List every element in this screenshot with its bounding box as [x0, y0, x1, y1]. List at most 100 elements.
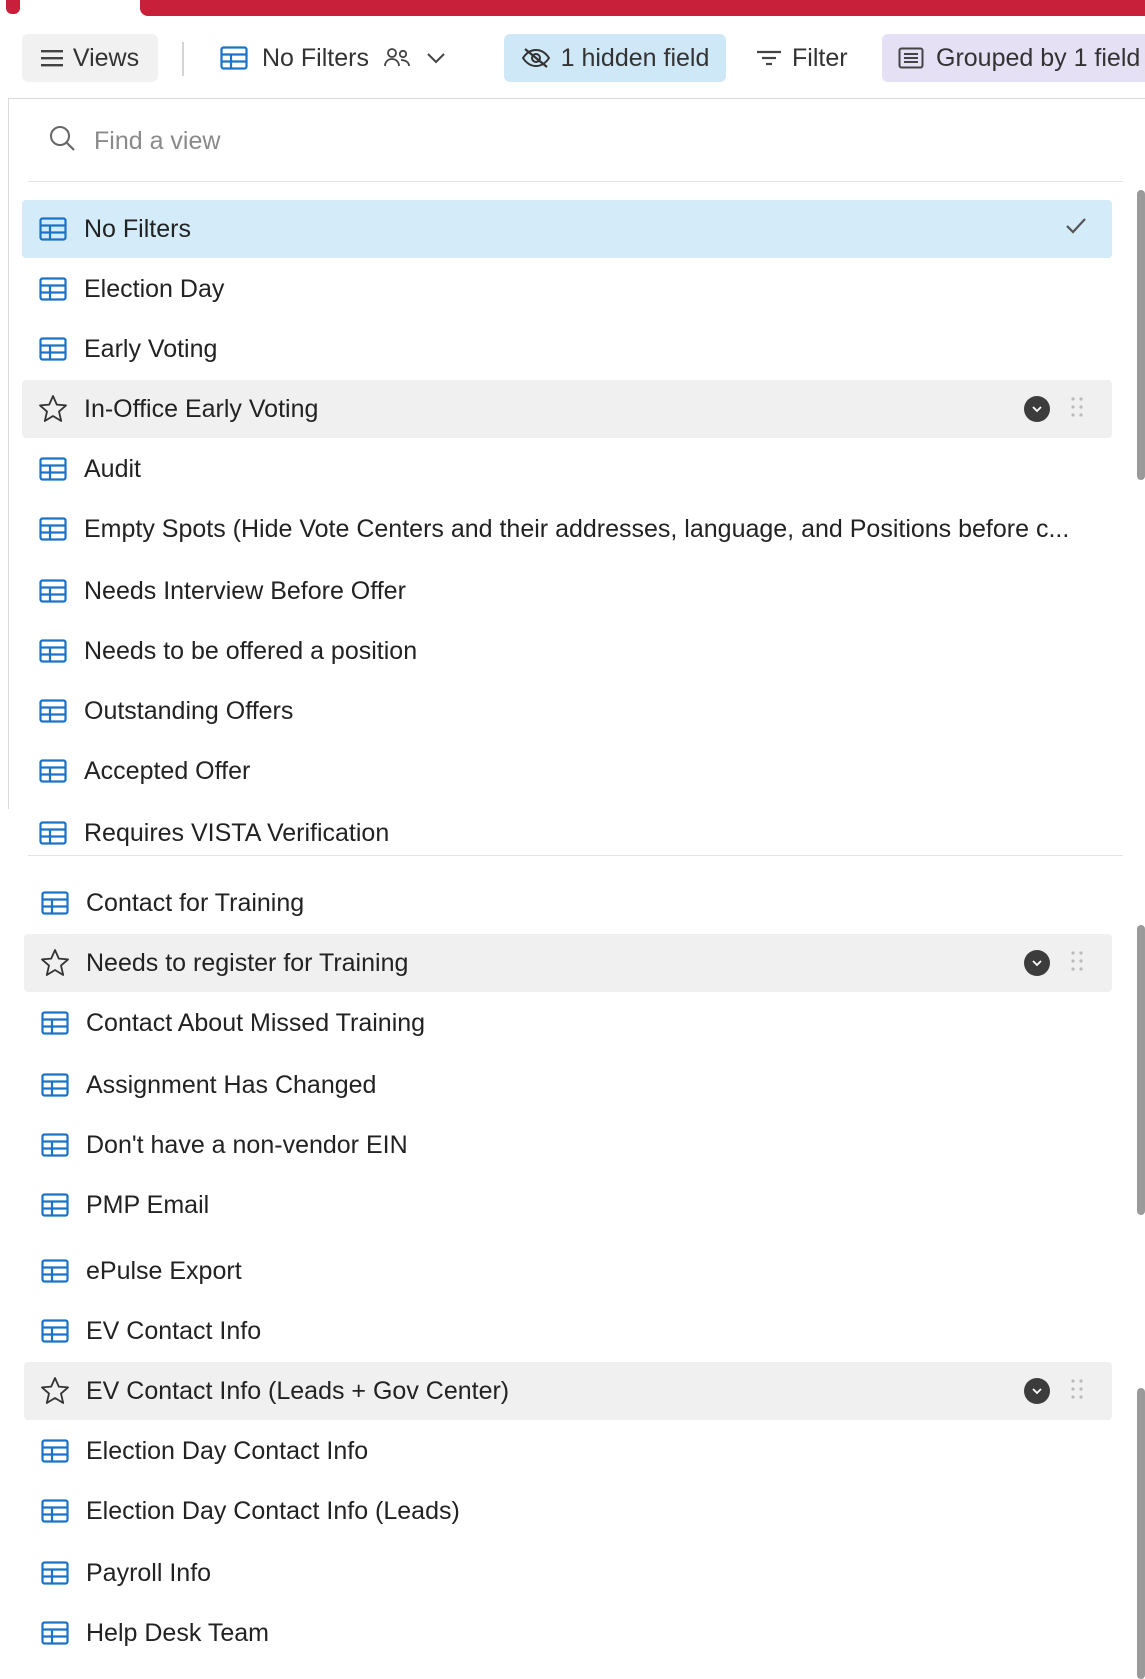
view-item[interactable]: Needs to register for Training [24, 934, 1112, 992]
drag-handle-icon[interactable] [1070, 1378, 1084, 1407]
view-item[interactable]: Audit [22, 440, 1112, 498]
view-item[interactable]: EV Contact Info [24, 1302, 1112, 1360]
view-item-label: Payroll Info [86, 1558, 212, 1587]
grid-icon [38, 274, 68, 304]
grid-icon [40, 1558, 70, 1588]
grid-icon [40, 1256, 70, 1286]
view-item-label: Early Voting [84, 334, 218, 363]
filter-label: Filter [792, 43, 848, 72]
view-item-label: EV Contact Info [86, 1316, 262, 1345]
search-input[interactable]: Find a view [94, 127, 220, 156]
view-item[interactable]: Contact for Training [24, 874, 1112, 932]
grid-icon [38, 756, 68, 786]
grid-icon [40, 1190, 70, 1220]
group-button[interactable]: Grouped by 1 field [882, 34, 1145, 82]
grid-icon [40, 1618, 70, 1648]
view-item[interactable]: Empty Spots (Hide Vote Centers and their… [22, 500, 1112, 558]
red-indicator [6, 0, 20, 14]
filter-button[interactable]: Filter [756, 34, 848, 82]
view-item-label: Audit [84, 454, 141, 483]
current-view-selector[interactable]: No Filters [220, 34, 447, 82]
drag-handle-icon[interactable] [1070, 950, 1084, 979]
hidden-fields-button[interactable]: 1 hidden field [504, 34, 726, 82]
star-icon[interactable] [40, 1376, 70, 1406]
view-item[interactable]: Requires VISTA Verification [22, 804, 1112, 862]
view-item[interactable]: EV Contact Info (Leads + Gov Center) [24, 1362, 1112, 1420]
grid-icon [38, 214, 68, 244]
group-list-icon [898, 47, 924, 69]
collaborators-icon [383, 46, 411, 70]
view-item-label: Contact About Missed Training [86, 1008, 426, 1037]
toolbar-divider-line [8, 98, 1145, 99]
view-item[interactable]: Don't have a non-vendor EIN [24, 1116, 1112, 1174]
current-view-name: No Filters [262, 43, 369, 72]
view-item-label: Assignment Has Changed [86, 1070, 377, 1099]
view-item-label: Don't have a non-vendor EIN [86, 1130, 408, 1159]
eye-off-icon [521, 47, 551, 69]
view-item[interactable]: Contact About Missed Training [24, 994, 1112, 1052]
view-item-label: Requires VISTA Verification [84, 818, 390, 847]
search-divider [28, 181, 1123, 182]
view-item-label: Election Day [84, 274, 225, 303]
view-item-label: Accepted Offer [84, 756, 251, 785]
grid-icon [40, 1130, 70, 1160]
view-item[interactable]: Election Day [22, 260, 1112, 318]
view-item-label: PMP Email [86, 1190, 210, 1219]
view-item[interactable]: Payroll Info [24, 1544, 1112, 1602]
toolbar-divider [182, 42, 184, 76]
search-icon [48, 124, 76, 159]
view-item-label: Election Day Contact Info [86, 1436, 369, 1465]
grid-icon [220, 46, 248, 70]
drag-handle-icon[interactable] [1070, 396, 1084, 425]
view-item[interactable]: Assignment Has Changed [24, 1056, 1112, 1114]
grid-icon [38, 514, 68, 544]
view-item-label: Election Day Contact Info (Leads) [86, 1496, 460, 1525]
panel-border [8, 99, 9, 809]
views-button[interactable]: Views [22, 34, 158, 82]
view-item[interactable]: Election Day Contact Info [24, 1422, 1112, 1480]
view-search[interactable]: Find a view [48, 124, 220, 159]
grid-icon [40, 1008, 70, 1038]
grid-icon [40, 888, 70, 918]
grouped-label: Grouped by 1 field [936, 43, 1141, 72]
view-item-label: Empty Spots (Hide Vote Centers and their… [84, 514, 1070, 543]
view-item-label: EV Contact Info (Leads + Gov Center) [86, 1376, 510, 1405]
view-item[interactable]: Election Day Contact Info (Leads) [24, 1482, 1112, 1540]
view-item-label: Contact for Training [86, 888, 305, 917]
section-divider [28, 855, 1123, 856]
view-item-label: No Filters [84, 214, 191, 243]
view-item-label: Needs to register for Training [86, 948, 409, 977]
grid-icon [40, 1496, 70, 1526]
view-item[interactable]: PMP Email [24, 1176, 1112, 1234]
view-item[interactable]: Needs to be offered a position [22, 622, 1112, 680]
chevron-down-icon [425, 51, 447, 65]
view-menu-button[interactable] [1024, 1378, 1050, 1404]
view-item[interactable]: Needs Interview Before Offer [22, 562, 1112, 620]
hamburger-icon [40, 49, 63, 67]
grid-icon [38, 576, 68, 606]
scrollbar-thumb[interactable] [1137, 190, 1145, 480]
view-item[interactable]: Outstanding Offers [22, 682, 1112, 740]
app-header-bar [140, 0, 1145, 16]
view-item[interactable]: ePulse Export [24, 1242, 1112, 1300]
star-icon[interactable] [38, 394, 68, 424]
view-menu-button[interactable] [1024, 396, 1050, 422]
view-item-label: ePulse Export [86, 1256, 242, 1285]
view-menu-button[interactable] [1024, 950, 1050, 976]
star-icon[interactable] [40, 948, 70, 978]
grid-icon [40, 1436, 70, 1466]
views-label: Views [72, 43, 140, 72]
view-item-label: Help Desk Team [86, 1618, 269, 1647]
filter-icon [756, 49, 782, 67]
view-item[interactable]: Early Voting [22, 320, 1112, 378]
view-item[interactable]: No Filters [22, 200, 1112, 258]
view-item[interactable]: Accepted Offer [22, 742, 1112, 800]
hidden-fields-label: 1 hidden field [560, 43, 710, 72]
view-item[interactable]: Help Desk Team [24, 1604, 1112, 1662]
view-item-label: Needs to be offered a position [84, 636, 418, 665]
view-item-label: Needs Interview Before Offer [84, 576, 406, 605]
view-item[interactable]: In-Office Early Voting [22, 380, 1112, 438]
scrollbar-thumb[interactable] [1137, 925, 1145, 1215]
checkmark-icon [1064, 214, 1088, 243]
scrollbar-thumb[interactable] [1137, 1388, 1145, 1679]
